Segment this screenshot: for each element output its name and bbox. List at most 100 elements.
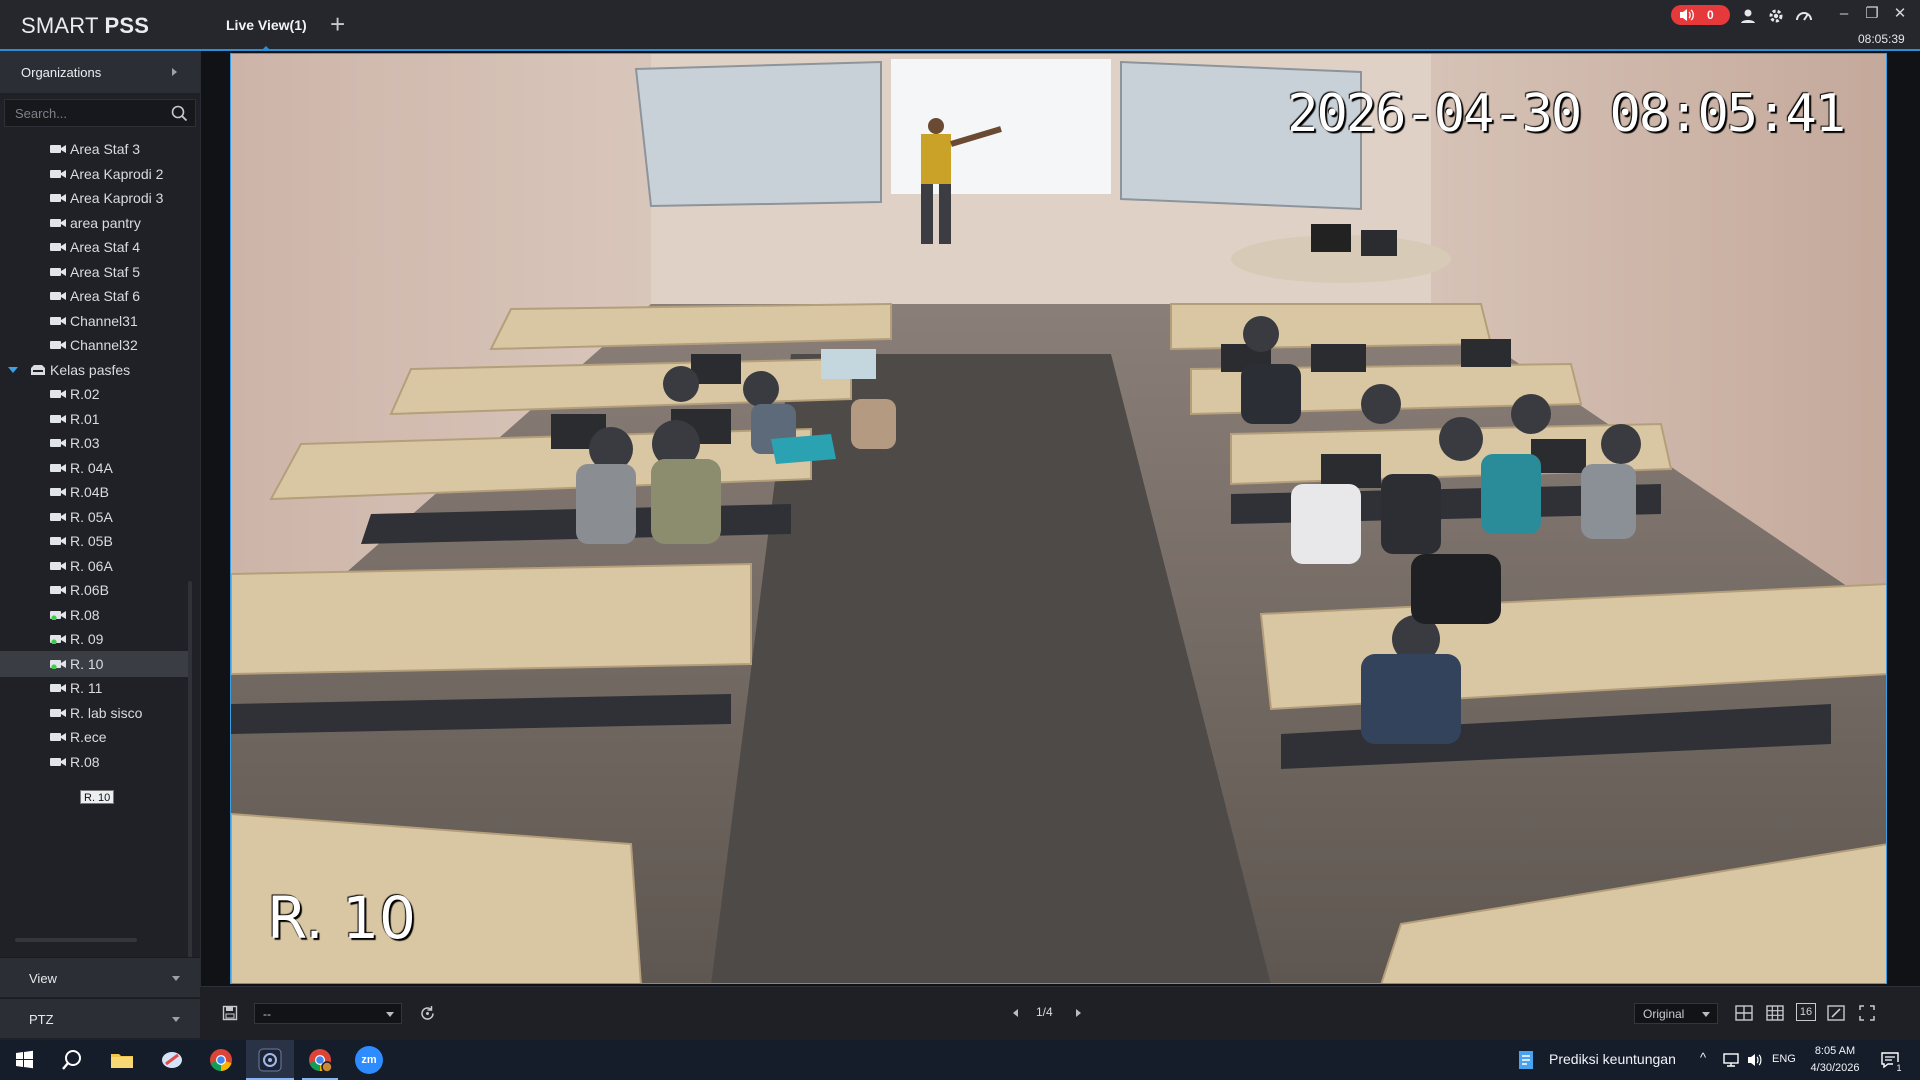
add-tab-button[interactable]: + (330, 11, 345, 37)
tree-item-camera[interactable]: Area Staf 3 (0, 136, 188, 162)
tree-item-camera[interactable]: Area Staf 4 (0, 234, 188, 260)
tree-item-camera[interactable]: Channel31 (0, 308, 188, 334)
tree-item-label: R.ece (70, 729, 107, 745)
split-9-icon[interactable] (1766, 1005, 1784, 1021)
tree-scrollbar-vertical[interactable] (188, 581, 192, 991)
tree-item-label: R.08 (70, 753, 100, 770)
refresh-icon[interactable] (419, 1005, 436, 1022)
close-icon[interactable]: ✕ (1890, 4, 1910, 24)
search-input[interactable] (15, 104, 165, 122)
tree-item-camera[interactable]: R. 04A (0, 455, 188, 481)
tree-item-camera[interactable]: R. lab sisco (0, 700, 188, 726)
tree-item-camera[interactable]: R.02 (0, 381, 188, 407)
live-view-area: 2026-04-30 08:05:41 R. 10 (200, 51, 1920, 986)
camera-icon (50, 659, 66, 669)
osd-channel-name: R. 10 (267, 884, 416, 952)
chevron-down-icon (1702, 1012, 1710, 1017)
restore-icon[interactable]: ❐ (1862, 4, 1882, 24)
device-search (4, 99, 196, 127)
expand-arrow-icon[interactable] (8, 366, 18, 373)
tree-item-camera[interactable]: R.01 (0, 406, 188, 432)
split-16-button[interactable]: 16 (1796, 1003, 1816, 1021)
smart-pss-icon (258, 1048, 282, 1072)
tree-item-label: R. lab sisco (70, 704, 143, 721)
tree-item-camera[interactable]: R. 05A (0, 504, 188, 530)
tree-item-label: Area Staf 5 (70, 263, 141, 280)
taskbar-date[interactable]: 4/30/2026 (1803, 1062, 1867, 1074)
tree-item-camera[interactable]: R.08 (0, 602, 188, 628)
tree-item-camera[interactable]: R.06B (0, 577, 188, 603)
network-icon[interactable] (1722, 1052, 1740, 1068)
tree-item-camera[interactable]: R. 11 (0, 675, 188, 701)
tree-item-camera[interactable]: R. 09 (0, 626, 188, 652)
system-clock: 08:05:39 (1858, 32, 1905, 46)
osd-timestamp: 2026-04-30 08:05:41 (1287, 84, 1846, 144)
user-icon[interactable] (1739, 7, 1757, 25)
save-view-icon[interactable] (222, 1005, 238, 1021)
alarm-button[interactable]: 0 (1671, 5, 1730, 25)
volume-icon[interactable] (1746, 1052, 1764, 1068)
fullscreen-icon[interactable] (1859, 1005, 1875, 1021)
tree-item-camera[interactable]: Area Staf 5 (0, 259, 188, 285)
performance-gauge-icon[interactable] (1795, 7, 1813, 25)
snipping-tool-icon[interactable] (158, 1046, 186, 1074)
tree-item-label: R.04B (70, 484, 109, 500)
tree-scrollbar-horizontal[interactable] (15, 938, 137, 942)
camera-icon (50, 145, 66, 153)
zoom-icon[interactable]: zm (355, 1046, 383, 1074)
tab-live-view[interactable]: Live View(1) (212, 0, 321, 51)
logo-text-bold: PSS (104, 13, 150, 38)
speaker-icon (1680, 9, 1694, 21)
tree-item-camera[interactable]: R.ece (0, 724, 188, 750)
tree-item-camera[interactable]: area pantry (0, 210, 188, 236)
smart-pss-taskbar-item[interactable] (246, 1040, 294, 1080)
ptz-label: PTZ (29, 1012, 54, 1027)
video-window[interactable]: 2026-04-30 08:05:41 R. 10 (230, 53, 1887, 984)
ptz-panel-header[interactable]: PTZ (0, 998, 200, 1038)
view-select[interactable]: -- (254, 1003, 402, 1024)
custom-split-edit-icon[interactable] (1827, 1005, 1845, 1021)
chrome-profile-icon[interactable] (306, 1046, 334, 1074)
tree-item-camera[interactable]: R.08 (0, 749, 188, 775)
smart-pss-app: SMART PSS Live View(1) + 0 – ❐ ✕ 08:05:3… (0, 0, 1920, 1040)
news-widget-text[interactable]: Prediksi keuntungan (1549, 1051, 1676, 1067)
show-hidden-icons-icon[interactable]: ^ (1700, 1050, 1706, 1065)
device-group-icon (31, 364, 45, 375)
aspect-ratio-value: Original (1643, 1007, 1685, 1021)
tree-item-label: R. 09 (70, 631, 104, 647)
chevron-down-icon (172, 1017, 180, 1022)
tree-item-camera[interactable]: R.03 (0, 430, 188, 456)
live-view-toolbar: -- 1/4 Original 16 (200, 986, 1920, 1040)
tree-item-camera[interactable]: Area Kaprodi 2 (0, 161, 188, 187)
view-panel-header[interactable]: View (0, 957, 200, 997)
tree-item-camera[interactable]: R. 10 (0, 650, 188, 677)
tree-item-camera[interactable]: Area Kaprodi 3 (0, 185, 188, 211)
language-indicator[interactable]: ENG (1772, 1053, 1796, 1065)
classroom-camera-feed (231, 54, 1886, 983)
camera-icon (50, 169, 66, 178)
search-icon[interactable] (171, 105, 188, 122)
camera-icon (50, 586, 66, 594)
news-widget-icon[interactable] (1516, 1049, 1538, 1071)
tree-item-camera[interactable]: Area Staf 6 (0, 283, 188, 309)
organizations-header[interactable]: Organizations (0, 51, 200, 93)
tree-group[interactable]: Kelas pasfes (0, 357, 188, 383)
minimize-icon[interactable]: – (1834, 4, 1854, 24)
chrome-icon[interactable] (207, 1046, 235, 1074)
tree-item-camera[interactable]: Channel32 (0, 332, 188, 358)
windows-start-icon[interactable] (10, 1046, 38, 1074)
split-4-icon[interactable] (1735, 1005, 1753, 1021)
search-icon[interactable] (58, 1046, 86, 1074)
taskbar-time[interactable]: 8:05 AM (1803, 1045, 1867, 1057)
next-page-icon[interactable] (1076, 1009, 1081, 1017)
tree-item-camera[interactable]: R.04B (0, 479, 188, 505)
camera-icon (50, 561, 66, 570)
previous-page-icon[interactable] (1013, 1009, 1018, 1017)
tree-item-camera[interactable]: R. 05B (0, 528, 188, 554)
tree-item-camera[interactable]: R. 06A (0, 553, 188, 579)
tree-item-label: Kelas pasfes (50, 361, 131, 378)
gear-icon[interactable] (1767, 7, 1785, 25)
aspect-ratio-select[interactable]: Original (1634, 1003, 1718, 1024)
file-explorer-icon[interactable] (108, 1046, 136, 1074)
device-sidebar: Organizations Area Staf 3Area Kaprodi 2A… (0, 51, 200, 1040)
